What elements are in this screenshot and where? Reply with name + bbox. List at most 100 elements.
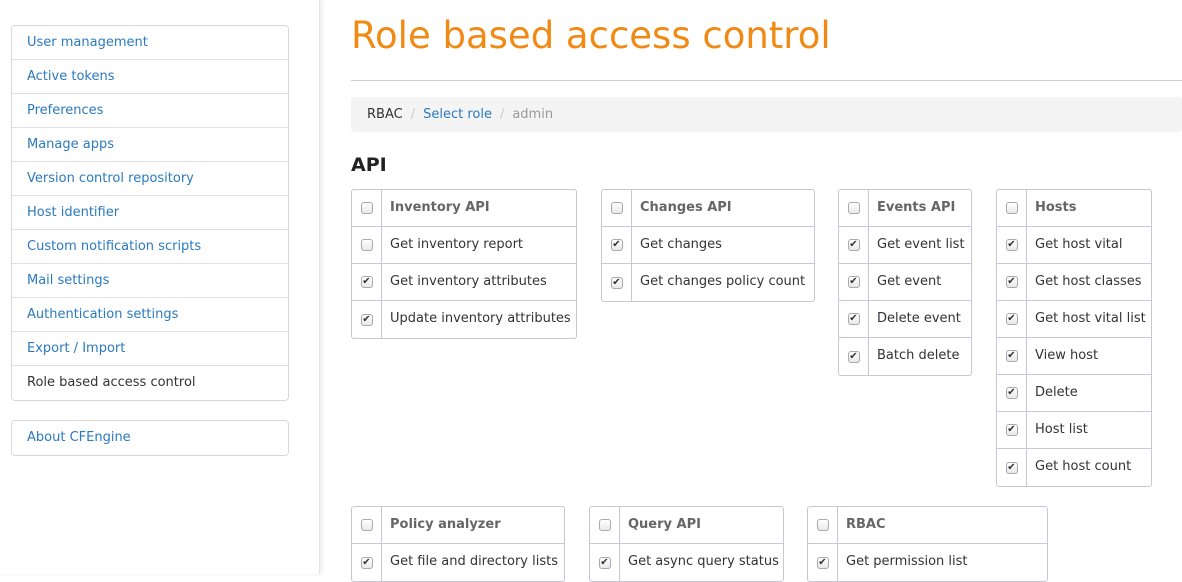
checkbox-checked[interactable]: ✔ [847, 276, 860, 288]
checkbox-checked[interactable]: ✔ [610, 276, 623, 289]
permission-group: Changes API ✔ Get changes ✔ Get changes poli… [601, 189, 815, 302]
sidebar-item-manage-apps[interactable]: Manage apps [12, 128, 288, 162]
checkbox-checked[interactable]: ✔ [1005, 239, 1018, 251]
settings-menu: User management Active tokens Preferences M… [11, 25, 289, 401]
divider [351, 80, 1182, 81]
checkbox-unchecked[interactable] [1005, 202, 1018, 214]
checkbox-checked[interactable]: ✔ [598, 556, 611, 569]
sidebar-item-export-import[interactable]: Export / Import [12, 332, 288, 366]
about-menu: About CFEngine [11, 420, 289, 456]
checkbox-unchecked[interactable] [816, 519, 829, 531]
checkbox-cell [352, 507, 382, 543]
group-header-row: Changes API [602, 190, 814, 227]
permission-label: Delete [1035, 385, 1078, 400]
checkbox-unchecked[interactable] [360, 239, 373, 251]
checkbox-cell: ✔ [352, 264, 382, 300]
permission-row: ✔ Get host count [997, 449, 1151, 486]
breadcrumb-separator: / [499, 107, 505, 122]
permission-label: Hosts [1035, 200, 1077, 215]
checkbox-checked[interactable]: ✔ [1005, 424, 1018, 436]
checkbox-unchecked[interactable] [360, 202, 373, 214]
sidebar-item-version-control-repository[interactable]: Version control repository [12, 162, 288, 196]
permission-row: ✔ Host list [997, 412, 1151, 449]
permission-group: Inventory API Get inventory report ✔ Get in… [351, 189, 577, 339]
permission-label: Batch delete [877, 348, 960, 363]
breadcrumb-rbac: RBAC [367, 107, 403, 122]
permission-row: ✔ Get host vital list [997, 301, 1151, 338]
checkbox-checked[interactable]: ✔ [610, 239, 623, 251]
permission-group: Hosts ✔ Get host vital ✔ Get host classes ✔ Ge… [996, 189, 1152, 487]
checkbox-checked[interactable]: ✔ [847, 313, 860, 325]
permission-label: Get event [877, 274, 942, 289]
permission-label: Get changes policy count [640, 274, 806, 289]
checkbox-unchecked[interactable] [610, 202, 623, 214]
checkbox-checked[interactable]: ✔ [360, 276, 373, 288]
section-heading: API [351, 154, 387, 176]
permission-label: Get changes [640, 237, 722, 252]
breadcrumb-select-role[interactable]: Select role [423, 107, 492, 122]
permission-row: ✔ Get changes [602, 227, 814, 264]
permission-label: Get file and directory lists [390, 554, 558, 569]
checkbox-unchecked[interactable] [598, 519, 611, 531]
permission-row: ✔ Get permission list [808, 544, 1047, 581]
group-header-row: Inventory API [352, 190, 576, 227]
permission-label: View host [1035, 348, 1099, 363]
checkbox-cell [352, 190, 382, 226]
checkbox-checked[interactable]: ✔ [1005, 461, 1018, 474]
checkbox-cell [839, 190, 869, 226]
permission-label: Get host classes [1035, 274, 1142, 289]
checkbox-cell: ✔ [997, 301, 1027, 337]
checkbox-unchecked[interactable] [360, 519, 373, 531]
checkbox-checked[interactable]: ✔ [1005, 276, 1018, 288]
checkbox-cell: ✔ [997, 338, 1027, 374]
checkbox-cell: ✔ [602, 264, 632, 301]
permission-row: ✔ Update inventory attributes [352, 301, 576, 338]
permission-label: Get host vital [1035, 237, 1123, 252]
sidebar-item-user-management[interactable]: User management [12, 26, 288, 60]
permission-label: Get inventory report [390, 237, 524, 252]
permission-group: RBAC ✔ Get permission list [807, 506, 1048, 582]
group-header-row: Query API [590, 507, 783, 544]
group-header-row: Events API [839, 190, 971, 227]
checkbox-cell: ✔ [997, 375, 1027, 411]
sidebar-item-custom-notification-scripts[interactable]: Custom notification scripts [12, 230, 288, 264]
checkbox-checked[interactable]: ✔ [1005, 313, 1018, 325]
permission-label: Get host count [1035, 459, 1132, 474]
checkbox-checked[interactable]: ✔ [847, 350, 860, 363]
checkbox-cell: ✔ [352, 301, 382, 338]
checkbox-checked[interactable]: ✔ [816, 556, 829, 569]
permission-row: ✔ Get host vital [997, 227, 1151, 264]
permission-label: Events API [877, 200, 956, 215]
checkbox-cell [352, 227, 382, 263]
sidebar-item-preferences[interactable]: Preferences [12, 94, 288, 128]
permission-row: ✔ Delete [997, 375, 1151, 412]
permission-label: Get host vital list [1035, 311, 1146, 326]
permission-row: ✔ Get async query status [590, 544, 783, 581]
permission-label: Policy analyzer [390, 517, 501, 532]
permission-row: ✔ Get host classes [997, 264, 1151, 301]
checkbox-checked[interactable]: ✔ [1005, 387, 1018, 399]
permission-row: ✔ Get changes policy count [602, 264, 814, 301]
breadcrumb-separator: / [410, 107, 416, 122]
permission-label: Get event list [877, 237, 965, 252]
checkbox-cell: ✔ [997, 264, 1027, 300]
sidebar-item-authentication-settings[interactable]: Authentication settings [12, 298, 288, 332]
checkbox-checked[interactable]: ✔ [360, 556, 373, 569]
checkbox-cell: ✔ [839, 264, 869, 300]
sidebar-item-mail-settings[interactable]: Mail settings [12, 264, 288, 298]
sidebar-item-role-based-access-control[interactable]: Role based access control [12, 366, 288, 400]
permission-label: Get async query status [628, 554, 779, 569]
checkbox-cell: ✔ [997, 227, 1027, 263]
checkbox-cell: ✔ [839, 301, 869, 337]
checkbox-cell [808, 507, 838, 543]
sidebar-item-about[interactable]: About CFEngine [12, 421, 288, 455]
checkbox-cell: ✔ [602, 227, 632, 263]
checkbox-checked[interactable]: ✔ [360, 313, 373, 326]
checkbox-checked[interactable]: ✔ [847, 239, 860, 251]
sidebar-item-active-tokens[interactable]: Active tokens [12, 60, 288, 94]
permission-row: ✔ Get inventory attributes [352, 264, 576, 301]
sidebar-item-host-identifier[interactable]: Host identifier [12, 196, 288, 230]
permission-group: Query API ✔ Get async query status [589, 506, 784, 582]
checkbox-unchecked[interactable] [847, 202, 860, 214]
checkbox-checked[interactable]: ✔ [1005, 350, 1018, 362]
